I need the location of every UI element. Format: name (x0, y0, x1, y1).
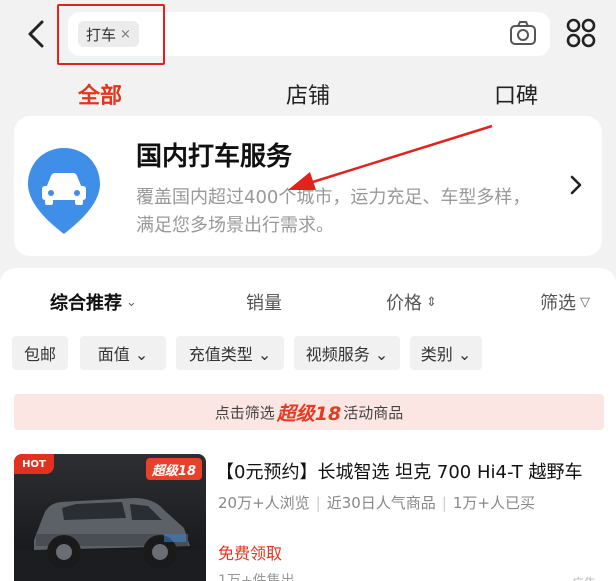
sort-price-label: 价格 (386, 293, 422, 314)
promo-emphasis: 超级18 (276, 402, 342, 425)
annotation-arrow (288, 124, 493, 190)
filter-chip-recharge-type[interactable]: 充值类型 ⌄ (176, 336, 284, 370)
product-views: 20万+人浏览 (218, 494, 310, 512)
chevron-right-icon[interactable] (566, 172, 586, 198)
more-grid-icon[interactable] (566, 18, 596, 48)
funnel-icon: ▽ (580, 294, 590, 310)
tab-reputation[interactable]: 口碑 (494, 78, 538, 110)
tab-all[interactable]: 全部 (78, 78, 122, 110)
filter-label: 筛选 (540, 293, 576, 314)
sort-sales[interactable]: 销量 (246, 289, 282, 315)
car-location-pin-icon (28, 148, 100, 234)
product-sold-count: 1万+件售出 (218, 573, 295, 581)
result-tabs: 全部 店铺 口碑 (0, 70, 616, 116)
tab-store[interactable]: 店铺 (286, 78, 330, 110)
sort-price[interactable]: 价格 ⇕ (386, 289, 437, 315)
sort-recommended[interactable]: 综合推荐 ⌄ (50, 289, 137, 315)
sort-arrows-icon: ⇕ (426, 294, 437, 310)
filter-button[interactable]: 筛选 ▽ (540, 289, 590, 315)
promo-prefix: 点击筛选 (214, 403, 275, 422)
promo-banner[interactable]: 点击筛选 超级18 活动商品 (14, 394, 604, 430)
filter-chip-free-shipping[interactable]: 包邮 (12, 336, 68, 370)
promo-suffix: 活动商品 (343, 403, 404, 422)
back-arrow-icon[interactable] (22, 14, 52, 54)
top-bar: 打车 × (0, 0, 616, 66)
product-stats: 20万+人浏览 | 近30日人气商品 | 1万+人已买 (218, 494, 535, 512)
filter-chip-face-value[interactable]: 面值 ⌄ (80, 336, 166, 370)
chevron-down-icon: ⌄ (126, 294, 137, 310)
sort-bar: 综合推荐 ⌄ 销量 价格 ⇕ 筛选 ▽ (0, 268, 616, 328)
service-title: 国内打车服务 (136, 142, 293, 172)
hot-badge: HOT (14, 454, 54, 474)
product-buyers: 1万+人已买 (452, 494, 535, 512)
free-claim-label[interactable]: 免费领取 (218, 540, 282, 564)
annotation-highlight-box (57, 4, 165, 65)
listing-panel: 综合推荐 ⌄ 销量 价格 ⇕ 筛选 ▽ 包邮 面值 ⌄ 充值类型 ⌄ 视频服务 … (0, 268, 616, 581)
filter-chip-video-service[interactable]: 视频服务 ⌄ (294, 336, 400, 370)
product-title[interactable]: 【0元预约】长城智选 坦克 700 Hi4-T 越野车 (216, 458, 608, 484)
product-popularity: 近30日人气商品 (326, 494, 436, 512)
super18-badge: 超级18 (145, 458, 202, 480)
camera-icon[interactable] (508, 20, 538, 48)
sort-sales-label: 销量 (246, 293, 282, 314)
sort-recommended-label: 综合推荐 (50, 293, 122, 314)
ad-label: 广告 (572, 574, 596, 581)
product-image[interactable]: HOT 超级18 (14, 454, 206, 581)
filter-chip-category[interactable]: 类别 ⌄ (410, 336, 482, 370)
